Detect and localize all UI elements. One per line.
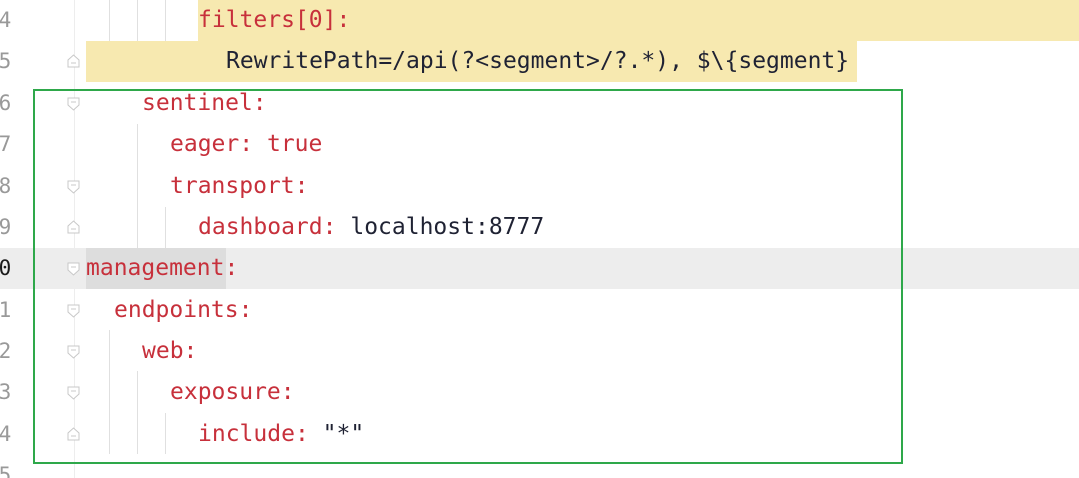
code-line[interactable]: 64 filters[0]: [0,0,1079,41]
yaml-key: filters[0] [198,7,337,33]
line-number: 75 [0,463,12,478]
code-line[interactable]: 65 RewritePath=/api(?<segment>/?.*), $\{… [0,41,1079,82]
line-number: 69 [0,215,12,239]
line-number: 70 [0,256,12,280]
line-number: 67 [0,132,12,156]
line-number: 68 [0,174,12,198]
yaml-separator: : [336,7,351,33]
fold-end-icon[interactable] [67,54,80,68]
yaml-line-content: filters[0]: [198,0,350,41]
line-number: 74 [0,422,12,446]
line-number: 65 [0,49,12,73]
line-number: 73 [0,380,12,404]
line-number: 71 [0,298,12,322]
selection-outline [33,89,903,464]
line-number: 66 [0,91,12,115]
line-number: 64 [0,8,12,32]
code-editor[interactable]: 64 filters[0]: 65 RewritePath=/api(?<seg… [0,0,1079,478]
line-number: 72 [0,339,12,363]
yaml-value: RewritePath=/api(?<segment>/?.*), $\{seg… [226,48,850,74]
